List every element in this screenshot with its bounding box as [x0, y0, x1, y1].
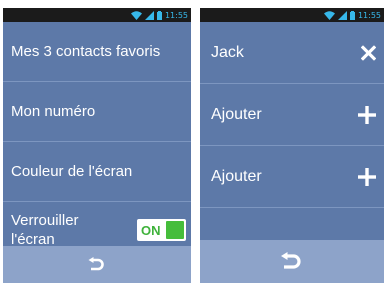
settings-list: Mes 3 contacts favoris Mon numéro Couleu…: [3, 22, 191, 258]
menu-item-label: Mon numéro: [11, 103, 96, 120]
battery-icon: [349, 10, 355, 20]
lock-label-line1: Verrouiller: [11, 212, 79, 229]
status-bar: 11:55: [3, 8, 191, 22]
bottom-bar: [200, 240, 384, 283]
add-contact-label: Ajouter: [211, 167, 262, 185]
add-contact-label: Ajouter: [211, 105, 262, 123]
menu-item-label: Couleur de l'écran: [11, 163, 133, 180]
menu-item-my-number[interactable]: Mon numéro: [3, 82, 191, 142]
menu-item-favorite-contacts[interactable]: Mes 3 contacts favoris: [3, 22, 191, 82]
menu-item-screen-color[interactable]: Couleur de l'écran: [3, 142, 191, 202]
plus-icon[interactable]: [358, 167, 376, 186]
back-arrow-icon[interactable]: [280, 251, 304, 272]
battery-icon: [156, 10, 162, 20]
bottom-bar: [3, 246, 191, 283]
add-contact-row[interactable]: Ajouter: [200, 146, 384, 208]
add-contact-row[interactable]: Ajouter: [200, 84, 384, 146]
toggle-state-label: ON: [141, 222, 161, 238]
close-icon[interactable]: [361, 45, 376, 60]
wifi-icon: [130, 10, 142, 20]
lock-screen-toggle[interactable]: ON: [137, 219, 186, 241]
signal-icon: [144, 10, 154, 20]
settings-screen: 11:55 Mes 3 contacts favoris Mon numéro …: [3, 8, 191, 283]
status-time: 11:55: [164, 10, 188, 20]
contact-row[interactable]: Jack: [200, 22, 384, 84]
toggle-knob: [166, 221, 184, 239]
status-time: 11:55: [357, 10, 381, 20]
signal-icon: [337, 10, 347, 20]
back-arrow-icon[interactable]: [88, 256, 106, 273]
status-bar: 11:55: [200, 8, 384, 22]
menu-item-label: Mes 3 contacts favoris: [11, 43, 161, 60]
plus-icon[interactable]: [358, 105, 376, 124]
menu-item-label: Verrouiller l'écran: [11, 211, 79, 249]
favorite-contacts-list: Jack Ajouter Ajouter: [200, 22, 384, 208]
contact-name: Jack: [211, 43, 244, 61]
favorite-contacts-screen: 11:55 Jack Ajouter Ajouter: [200, 8, 384, 283]
wifi-icon: [323, 10, 335, 20]
